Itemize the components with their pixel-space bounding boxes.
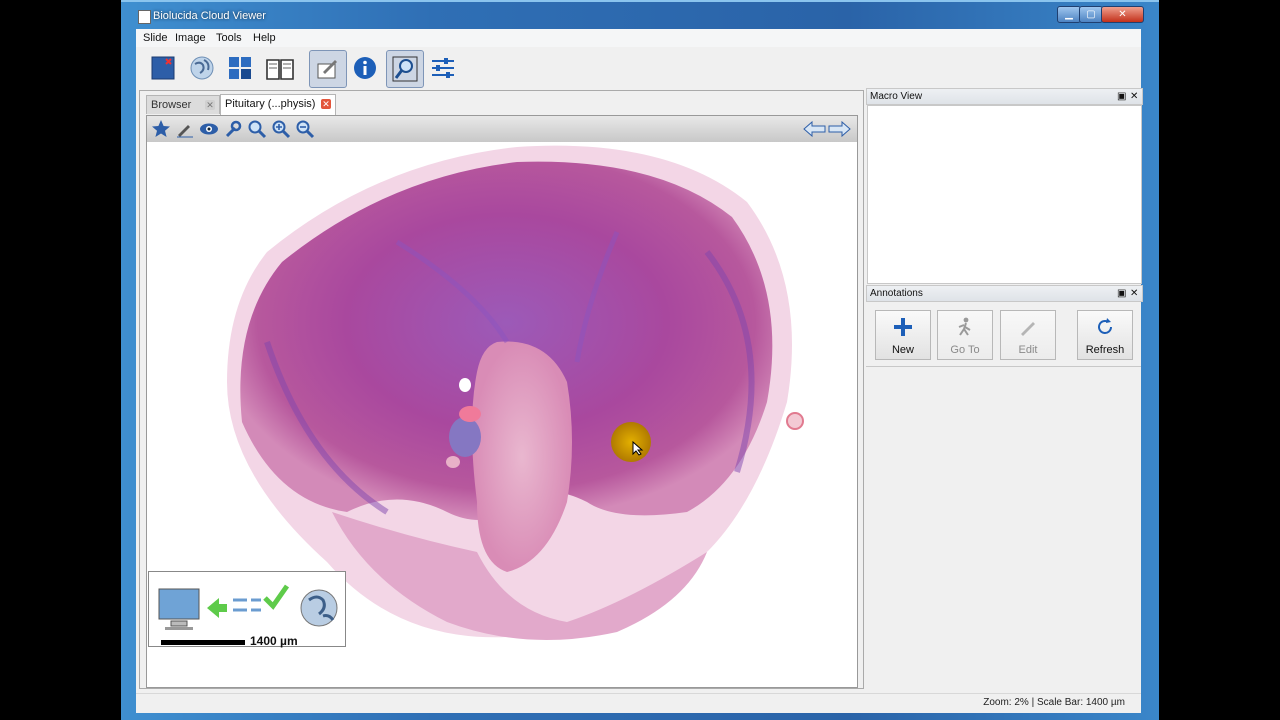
window-title: Biolucida Cloud Viewer	[153, 10, 266, 22]
maximize-button[interactable]: ▢	[1079, 6, 1103, 23]
tab-slide[interactable]: Pituitary (...physis) ✕	[220, 94, 336, 115]
tiles-icon[interactable]	[222, 50, 258, 86]
menu-slide[interactable]: Slide	[143, 32, 167, 44]
navigator-minimap[interactable]: 1400 µm	[148, 571, 346, 648]
tab-slide-label: Pituitary (...physis)	[225, 98, 316, 110]
scale-bar-label: 1400 µm	[250, 634, 298, 648]
menu-bar: Slide Image Tools Help	[136, 29, 1141, 47]
title-bar: Biolucida Cloud Viewer ▁ ▢ ✕	[131, 4, 1144, 28]
computer-icon	[158, 588, 200, 620]
book-icon[interactable]	[260, 50, 296, 86]
magnifier-icon[interactable]	[386, 50, 424, 88]
goto-annotation-button[interactable]: Go To	[937, 310, 993, 360]
wrench-icon[interactable]	[223, 119, 243, 139]
app-client-area: Slide Image Tools Help Browser ✕ Pituita…	[136, 29, 1143, 713]
tab-browser-label: Browser	[151, 99, 192, 111]
edit-annotation-button[interactable]: Edit	[1000, 310, 1056, 360]
slide-icon[interactable]	[145, 50, 181, 86]
close-icon[interactable]: ✕	[321, 99, 331, 109]
close-icon[interactable]: ✕	[1130, 89, 1138, 104]
eye-icon[interactable]	[199, 119, 219, 139]
edit-label: Edit	[1018, 344, 1038, 356]
zoom-in-icon[interactable]	[271, 119, 291, 139]
close-icon[interactable]: ✕	[1130, 286, 1138, 301]
restore-icon[interactable]: ▣	[1117, 286, 1126, 301]
star-icon[interactable]	[151, 119, 171, 139]
macro-view-title: Macro View	[870, 91, 923, 102]
sliders-icon[interactable]	[425, 50, 461, 86]
annotations-header: Annotations ▣ ✕	[866, 285, 1143, 302]
close-icon[interactable]: ✕	[205, 100, 215, 110]
refresh-annotations-button[interactable]: Refresh	[1077, 310, 1133, 360]
close-button[interactable]: ✕	[1101, 6, 1144, 23]
macro-view-panel[interactable]	[867, 105, 1142, 284]
slide-viewer[interactable]: 1400 µm	[146, 115, 858, 688]
status-text: Zoom: 2% | Scale Bar: 1400 µm	[983, 697, 1125, 708]
menu-image[interactable]: Image	[175, 32, 206, 44]
restore-icon[interactable]: ▣	[1117, 89, 1126, 104]
new-label: New	[891, 344, 914, 356]
info-icon[interactable]	[347, 50, 383, 86]
minimize-button[interactable]: ▁	[1057, 6, 1081, 23]
annotations-title: Annotations	[870, 288, 923, 299]
goto-label: Go To	[950, 344, 980, 356]
highlight-marker[interactable]	[611, 422, 651, 462]
annotate-icon[interactable]	[309, 50, 347, 88]
menu-help[interactable]: Help	[253, 32, 276, 44]
tab-browser[interactable]: Browser ✕	[146, 95, 220, 114]
main-toolbar	[136, 47, 1141, 91]
zoom-icon[interactable]	[247, 119, 267, 139]
scale-bar	[161, 640, 245, 645]
navigation-arrows[interactable]	[802, 119, 852, 139]
new-annotation-button[interactable]: New	[875, 310, 931, 360]
zoom-out-icon[interactable]	[295, 119, 315, 139]
globe-icon[interactable]	[184, 50, 220, 86]
document-pane: Browser ✕ Pituitary (...physis) ✕ 1400 µ…	[139, 90, 864, 689]
refresh-label: Refresh	[1085, 344, 1125, 356]
status-bar: Zoom: 2% | Scale Bar: 1400 µm	[136, 693, 1141, 713]
menu-tools[interactable]: Tools	[216, 32, 242, 44]
app-icon	[138, 10, 151, 24]
pen-icon[interactable]	[175, 119, 195, 139]
viewer-toolbar	[147, 116, 857, 142]
annotations-panel: New Go To Edit Refresh	[866, 302, 1141, 367]
macro-view-header: Macro View ▣ ✕	[866, 88, 1143, 105]
